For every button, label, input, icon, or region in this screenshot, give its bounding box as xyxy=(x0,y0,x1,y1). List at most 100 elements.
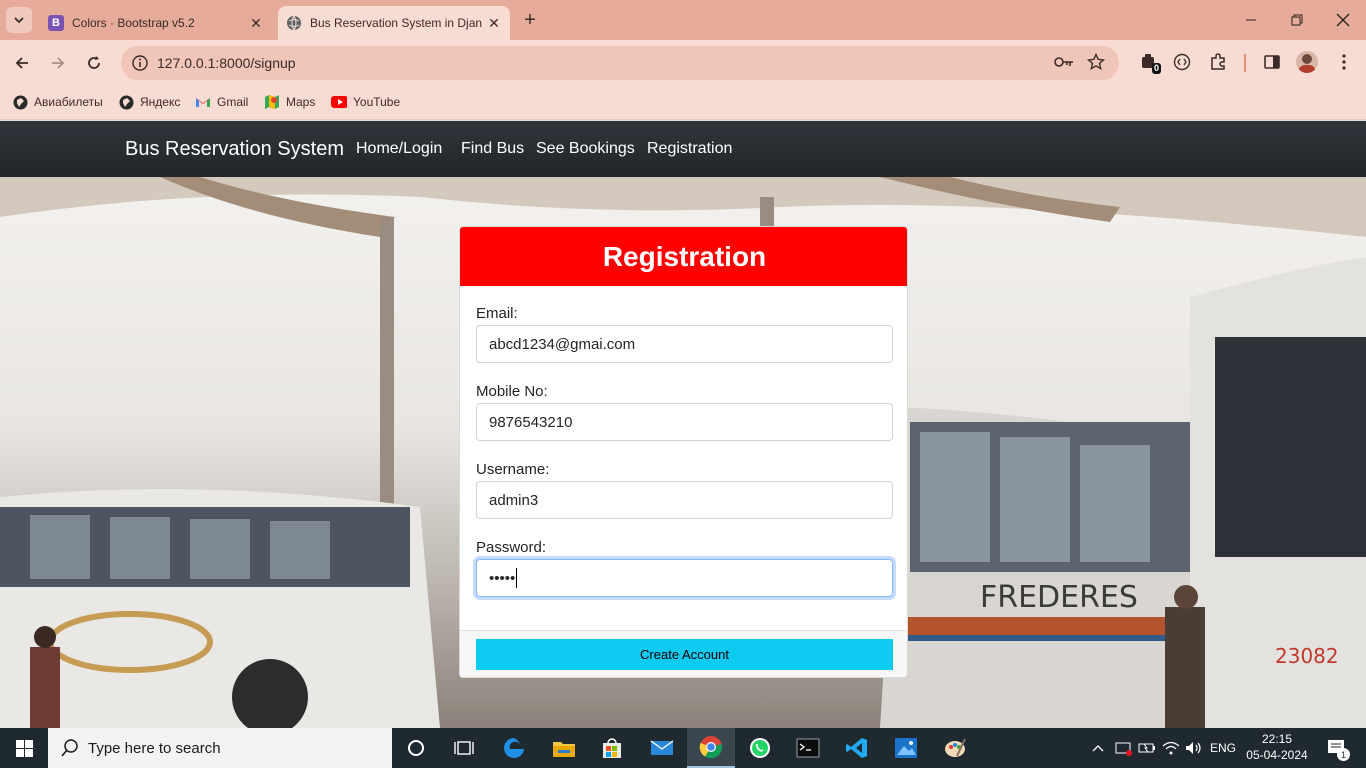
password-key-icon[interactable] xyxy=(1050,48,1078,76)
bootstrap-icon: B xyxy=(48,15,64,31)
clock-time: 22:15 xyxy=(1261,732,1293,746)
youtube-icon xyxy=(331,94,347,110)
bookmark-label: Авиабилеты xyxy=(34,95,103,109)
clock-date: 05-04-2024 xyxy=(1246,748,1308,762)
browser-toolbar: 127.0.0.1:8000/signup 0 xyxy=(0,40,1366,86)
globe-icon xyxy=(286,15,302,31)
volume-icon[interactable] xyxy=(1183,728,1205,768)
wifi-icon[interactable] xyxy=(1160,728,1182,768)
minimize-button[interactable] xyxy=(1228,0,1274,40)
bookmark-yandex[interactable]: Яндекс xyxy=(118,92,180,112)
bookmark-youtube[interactable]: YouTube xyxy=(331,92,400,112)
maps-icon xyxy=(264,94,280,110)
edge-icon[interactable] xyxy=(490,728,538,768)
email-label: Email: xyxy=(476,305,518,322)
mobile-label: Mobile No: xyxy=(476,383,548,400)
search-placeholder: Type here to search xyxy=(88,739,221,757)
arrow-left-icon xyxy=(15,57,28,69)
create-account-button[interactable]: Create Account xyxy=(476,639,893,670)
card-title: Registration xyxy=(602,240,767,272)
svg-text:FREDERES: FREDERES xyxy=(980,580,1138,615)
file-explorer-icon[interactable] xyxy=(540,728,588,768)
nav-link-registration[interactable]: Registration xyxy=(647,140,732,158)
text-caret xyxy=(516,568,518,588)
mobile-value: 9876543210 xyxy=(489,413,573,431)
bookmark-gmail[interactable]: Gmail xyxy=(195,92,248,112)
restore-icon xyxy=(1291,14,1303,26)
system-clock[interactable]: 22:15 05-04-2024 xyxy=(1240,731,1314,763)
registration-card: Registration Email: abcd1234@gmai.com Mo… xyxy=(459,226,908,678)
username-value: admin3 xyxy=(489,491,539,509)
close-icon[interactable]: ✕ xyxy=(484,13,504,33)
store-icon[interactable] xyxy=(588,728,636,768)
nav-link-see-bookings[interactable]: See Bookings xyxy=(536,140,635,158)
cortana-icon[interactable] xyxy=(392,728,440,768)
tab-bus-reservation[interactable]: Bus Reservation System in Djan ✕ xyxy=(278,6,510,40)
navbar-brand[interactable]: Bus Reservation System xyxy=(125,138,344,161)
bookmark-label: Maps xyxy=(286,95,316,109)
bookmark-maps[interactable]: Maps xyxy=(264,92,315,112)
vscode-icon[interactable] xyxy=(833,728,881,768)
terminal-icon[interactable] xyxy=(784,728,832,768)
bookmarks-bar: Авиабилеты Яндекс Gmail Maps YouTube xyxy=(0,86,1366,120)
email-field[interactable]: abcd1234@gmai.com xyxy=(476,325,893,363)
reload-button[interactable] xyxy=(80,49,108,77)
address-bar[interactable]: 127.0.0.1:8000/signup xyxy=(121,46,1119,80)
menu-kebab-icon[interactable] xyxy=(1330,48,1358,76)
windows-taskbar: Type here to search ENG 22:15 05-04-2024… xyxy=(0,728,1366,768)
site-info-icon[interactable] xyxy=(129,52,151,74)
globe-icon xyxy=(12,94,28,110)
tray-network-alert-icon[interactable] xyxy=(1112,728,1136,768)
nav-link-home-login[interactable]: Home/Login xyxy=(356,140,442,158)
svg-text:23082: 23082 xyxy=(1275,644,1339,668)
close-icon xyxy=(1336,13,1350,27)
whatsapp-icon[interactable] xyxy=(736,728,784,768)
mail-icon[interactable] xyxy=(638,728,686,768)
username-field[interactable]: admin3 xyxy=(476,481,893,519)
nav-link-find-bus[interactable]: Find Bus xyxy=(461,140,524,158)
close-icon[interactable]: ✕ xyxy=(246,13,266,33)
task-view-icon[interactable] xyxy=(440,728,488,768)
tab-search-button[interactable] xyxy=(6,7,32,33)
extension-button[interactable]: 0 xyxy=(1134,48,1162,76)
search-icon xyxy=(60,738,80,758)
tab-title: Colors · Bootstrap v5.2 xyxy=(72,16,195,30)
bookmark-aviabilety[interactable]: Авиабилеты xyxy=(12,92,103,112)
tab-bootstrap-colors[interactable]: B Colors · Bootstrap v5.2 ✕ xyxy=(40,6,272,40)
windows-logo-icon xyxy=(15,739,33,757)
notification-count: 1 xyxy=(1337,748,1350,761)
toolbar-divider xyxy=(1244,54,1246,72)
battery-icon[interactable] xyxy=(1136,728,1158,768)
extension-code-icon[interactable] xyxy=(1168,48,1196,76)
password-field[interactable]: ••••• xyxy=(476,559,893,597)
mobile-field[interactable]: 9876543210 xyxy=(476,403,893,441)
arrow-right-icon xyxy=(52,57,65,69)
extension-badge: 0 xyxy=(1151,63,1161,74)
close-window-button[interactable] xyxy=(1320,0,1366,40)
forward-button[interactable] xyxy=(44,49,72,77)
language-indicator[interactable]: ENG xyxy=(1206,728,1240,768)
start-button[interactable] xyxy=(0,728,48,768)
restore-button[interactable] xyxy=(1274,0,1320,40)
bookmark-star-icon[interactable] xyxy=(1082,48,1110,76)
tab-title: Bus Reservation System in Djan xyxy=(310,16,483,30)
back-button[interactable] xyxy=(8,49,36,77)
url-text[interactable]: 127.0.0.1:8000/signup xyxy=(157,55,296,71)
side-panel-icon[interactable] xyxy=(1258,48,1286,76)
password-value: ••••• xyxy=(489,569,516,587)
chevron-down-icon xyxy=(14,17,24,24)
chrome-icon[interactable] xyxy=(687,728,735,768)
notifications-button[interactable]: 1 xyxy=(1320,728,1354,768)
new-tab-button[interactable]: + xyxy=(518,8,542,32)
gmail-icon xyxy=(195,94,211,110)
tab-strip: B Colors · Bootstrap v5.2 ✕ Bus Reservat… xyxy=(0,0,1366,40)
tray-chevron-up-icon[interactable] xyxy=(1088,728,1108,768)
bookmark-label: Яндекс xyxy=(140,95,181,109)
profile-avatar[interactable] xyxy=(1296,51,1318,73)
photos-icon[interactable] xyxy=(882,728,930,768)
taskbar-search[interactable]: Type here to search xyxy=(48,728,392,768)
puzzle-icon[interactable] xyxy=(1204,48,1232,76)
paint-icon[interactable] xyxy=(931,728,979,768)
site-navbar: Bus Reservation System Home/Login Find B… xyxy=(0,121,1366,177)
bookmark-label: Gmail xyxy=(217,95,249,109)
